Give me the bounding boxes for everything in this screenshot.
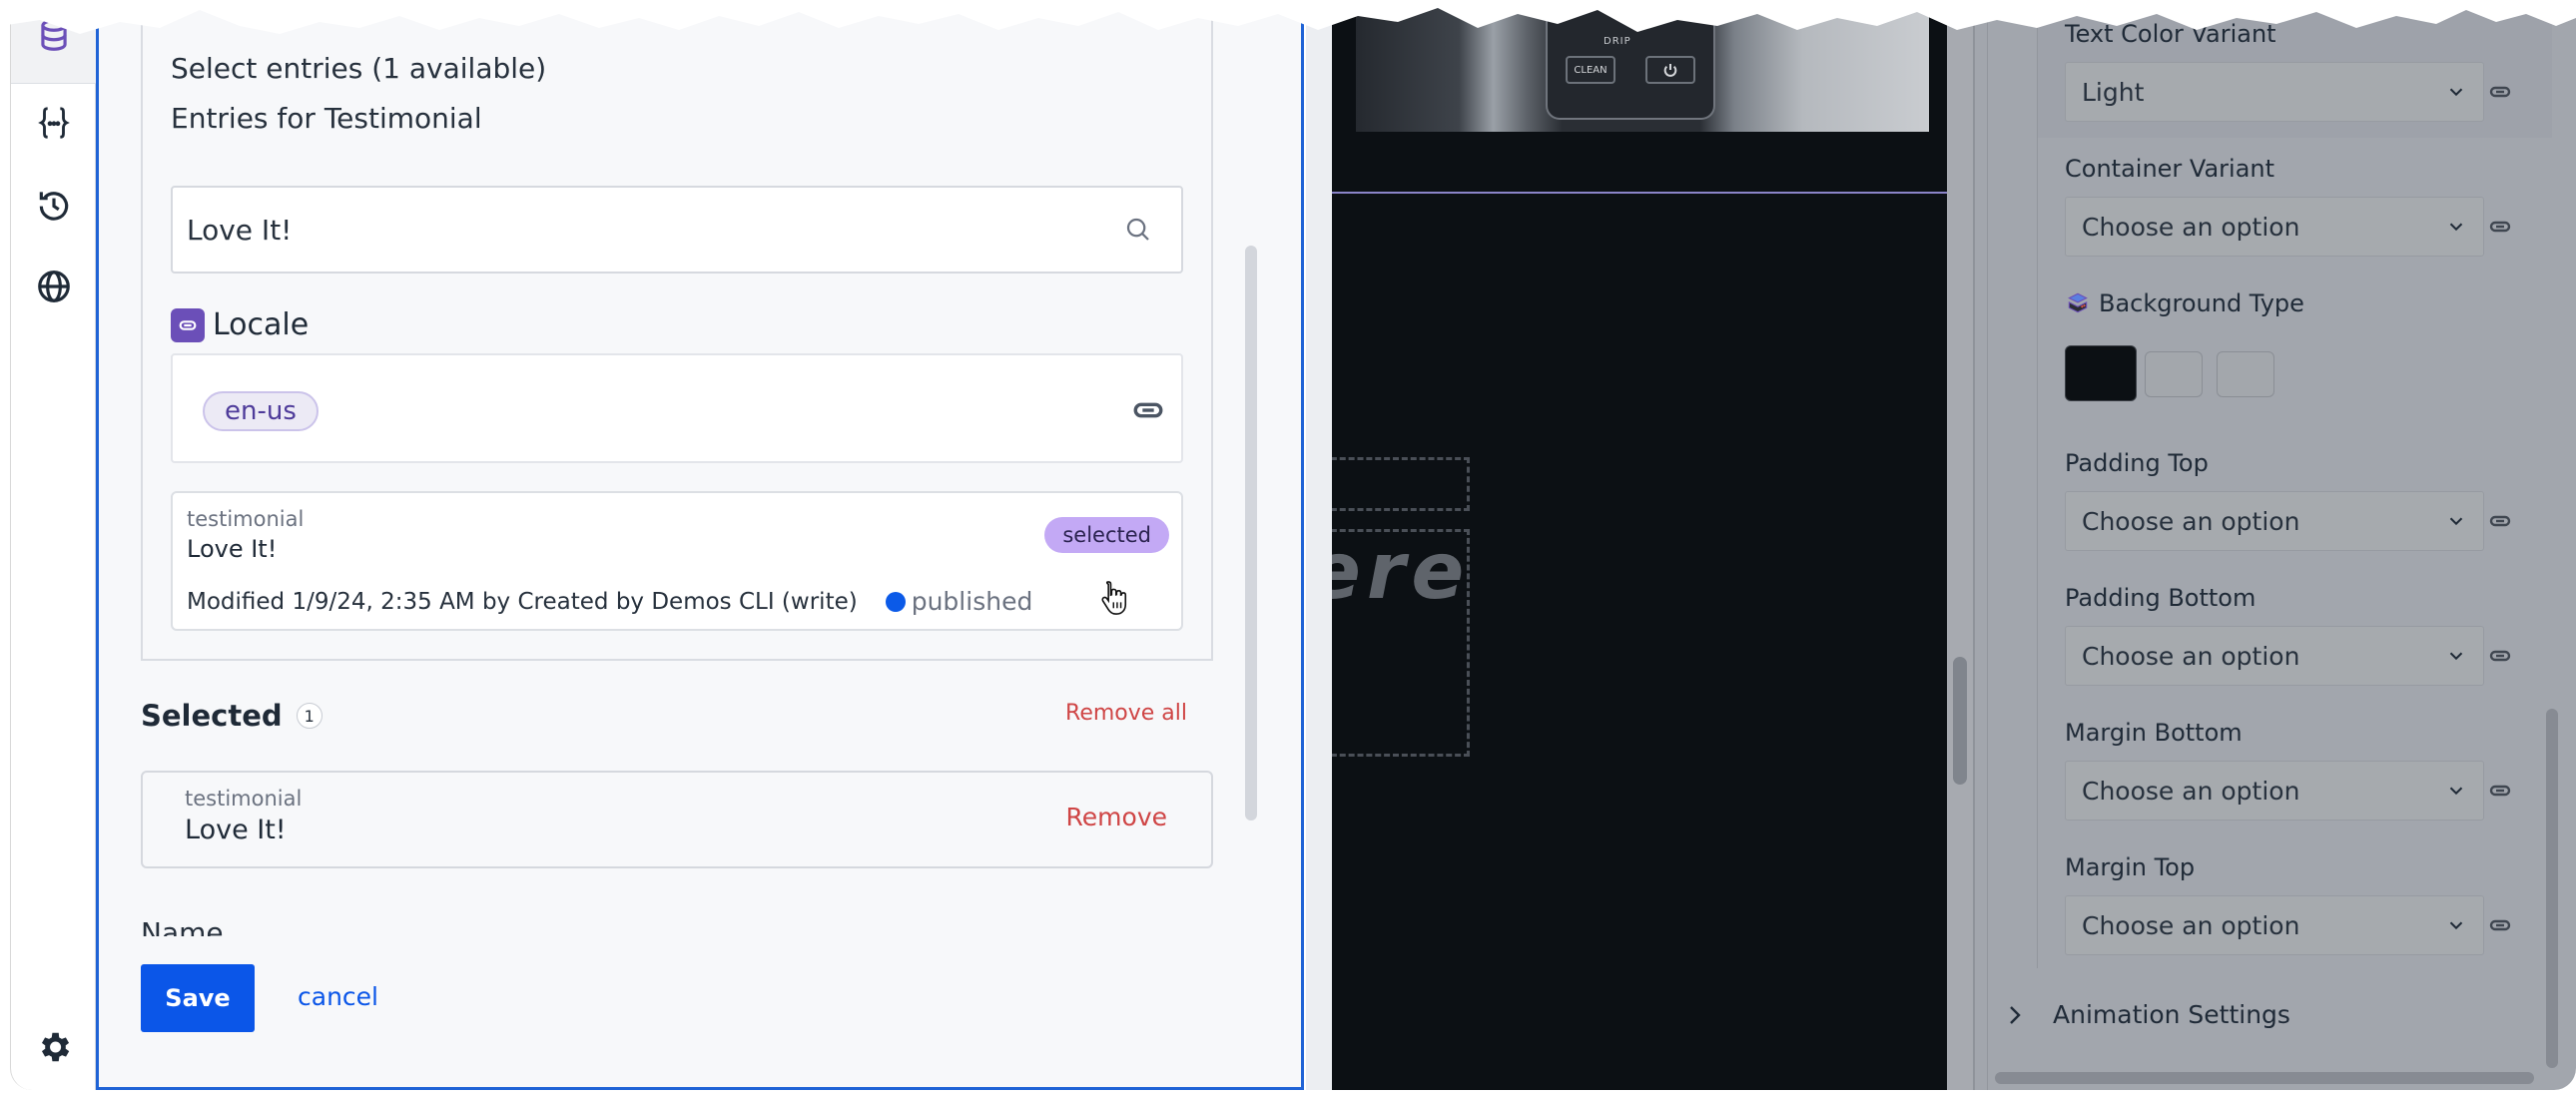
selected-item-type: testimonial: [185, 787, 303, 811]
machine-brand-label: DRIP: [1604, 36, 1631, 47]
selected-item-title: Love It!: [185, 815, 287, 845]
name-field-label: Name: [141, 916, 224, 936]
link-icon[interactable]: [2488, 779, 2512, 803]
search-input[interactable]: [187, 213, 1123, 247]
machine-clean-button: CLEAN: [1566, 56, 1615, 84]
selected-heading: Selected 1: [141, 699, 322, 733]
swatch-image[interactable]: [2217, 351, 2274, 397]
chevron-down-icon: [2449, 652, 2463, 661]
settings-scrollbar[interactable]: [2546, 709, 2558, 1068]
field-label-padding-bottom: Padding Bottom: [2065, 584, 2256, 612]
picker-title: Select entries (1 available): [171, 52, 547, 85]
field-label-padding-top: Padding Top: [2065, 449, 2209, 477]
chevron-down-icon: [2449, 223, 2463, 232]
icon-rail: [10, 0, 96, 1090]
field-label-margin-top: Margin Top: [2065, 853, 2196, 881]
coffee-machine-image: DRIP CLEAN: [1356, 0, 1929, 132]
variables-icon[interactable]: [33, 102, 75, 144]
entry-title: Love It!: [187, 535, 278, 563]
field-label-background-type: Background Type: [2065, 289, 2304, 317]
field-label-container-variant: Container Variant: [2065, 155, 2275, 183]
preview-canvas[interactable]: DRIP CLEAN ere: [1332, 0, 1947, 1090]
entry-content-type: testimonial: [187, 507, 305, 531]
swatch-light[interactable]: [2145, 351, 2203, 397]
globe-icon[interactable]: [33, 266, 75, 307]
entry-picker: Select entries (1 available) Entries for…: [141, 0, 1213, 661]
selected-badge: selected: [1044, 517, 1169, 553]
locale-pill[interactable]: en-us: [203, 391, 319, 431]
settings-icon[interactable]: [33, 1026, 75, 1068]
select-value: Choose an option: [2082, 641, 2300, 671]
select-margin-top[interactable]: Choose an option: [2065, 895, 2484, 955]
field-label-text-color-variant: Text Color Variant: [2065, 20, 2276, 48]
canvas-scroll-strip: [1947, 0, 1975, 1090]
link-icon: [171, 307, 205, 342]
chevron-down-icon: [2449, 787, 2463, 796]
animation-settings-label: Animation Settings: [2053, 1000, 2290, 1029]
canvas-heading-fragment: ere: [1332, 527, 1471, 617]
background-type-label: Background Type: [2099, 289, 2304, 317]
section-indent-line: [2037, 0, 2038, 968]
modal-scrollbar[interactable]: [1245, 246, 1257, 821]
locale-label: Locale: [171, 307, 309, 342]
locale-label-text: Locale: [213, 307, 310, 342]
link-icon[interactable]: [1131, 393, 1165, 427]
machine-control-panel: DRIP CLEAN: [1546, 0, 1715, 120]
settings-panel: Text Color Variant Light Container Varia…: [1947, 0, 2576, 1090]
save-button[interactable]: Save: [141, 964, 255, 1032]
chevron-right-icon: [2010, 1005, 2021, 1024]
power-icon: [1645, 56, 1695, 84]
chevron-down-icon: [2449, 88, 2463, 97]
select-padding-top[interactable]: Choose an option: [2065, 491, 2484, 551]
selected-item: testimonial Love It! Remove: [141, 771, 1213, 868]
placeholder-block[interactable]: [1332, 457, 1470, 511]
field-label-margin-bottom: Margin Bottom: [2065, 719, 2243, 747]
panel-divider: [1987, 0, 1988, 1090]
link-icon[interactable]: [2488, 644, 2512, 668]
search-icon[interactable]: [1123, 215, 1153, 245]
search-field[interactable]: [171, 186, 1183, 274]
reference-picker-modal: Select entries (1 available) Entries for…: [96, 0, 1304, 1090]
entry-meta: Modified 1/9/24, 2:35 AM by Created by D…: [187, 587, 1032, 616]
select-padding-bottom[interactable]: Choose an option: [2065, 626, 2484, 686]
history-icon[interactable]: [33, 184, 75, 226]
cancel-button[interactable]: cancel: [298, 982, 378, 1011]
select-container-variant[interactable]: Choose an option: [2065, 197, 2484, 257]
locale-field[interactable]: en-us: [171, 353, 1183, 463]
link-icon[interactable]: [2488, 913, 2512, 937]
selected-heading-text: Selected: [141, 699, 283, 733]
remove-button[interactable]: Remove: [1066, 803, 1167, 831]
database-icon[interactable]: [33, 14, 75, 56]
remove-all-button[interactable]: Remove all: [1065, 701, 1187, 726]
select-value: Light: [2082, 77, 2145, 107]
entry-status: published: [911, 587, 1033, 616]
entry-result-card[interactable]: testimonial Love It! Modified 1/9/24, 2:…: [171, 491, 1183, 631]
select-text-color-variant[interactable]: Light: [2065, 62, 2484, 122]
chevron-down-icon: [2449, 517, 2463, 526]
animation-settings-toggle[interactable]: Animation Settings: [2005, 1000, 2290, 1029]
layers-cube-icon: [2068, 292, 2088, 313]
status-dot-icon: [885, 591, 906, 612]
swatch-dark[interactable]: [2065, 345, 2137, 401]
select-margin-bottom[interactable]: Choose an option: [2065, 761, 2484, 821]
settings-horizontal-scrollbar[interactable]: [1995, 1072, 2534, 1084]
picker-subtitle: Entries for Testimonial: [171, 102, 482, 135]
link-icon[interactable]: [2488, 215, 2512, 239]
select-value: Choose an option: [2082, 910, 2300, 940]
canvas-scrollbar[interactable]: [1953, 657, 1967, 785]
rail-active-item[interactable]: [11, 0, 96, 84]
link-icon[interactable]: [2488, 80, 2512, 104]
chevron-down-icon: [2449, 921, 2463, 930]
entry-modified-text: Modified 1/9/24, 2:35 AM by Created by D…: [187, 588, 858, 615]
selected-count-badge: 1: [296, 703, 322, 729]
canvas-gutter: [1306, 0, 1332, 1090]
select-value: Choose an option: [2082, 212, 2300, 242]
modal-scroll-area: Select entries (1 available) Entries for…: [99, 0, 1301, 936]
hand-cursor-icon: [1101, 581, 1127, 615]
select-value: Choose an option: [2082, 506, 2300, 536]
select-value: Choose an option: [2082, 776, 2300, 806]
link-icon[interactable]: [2488, 509, 2512, 533]
modal-footer: Save cancel: [99, 936, 1301, 1087]
